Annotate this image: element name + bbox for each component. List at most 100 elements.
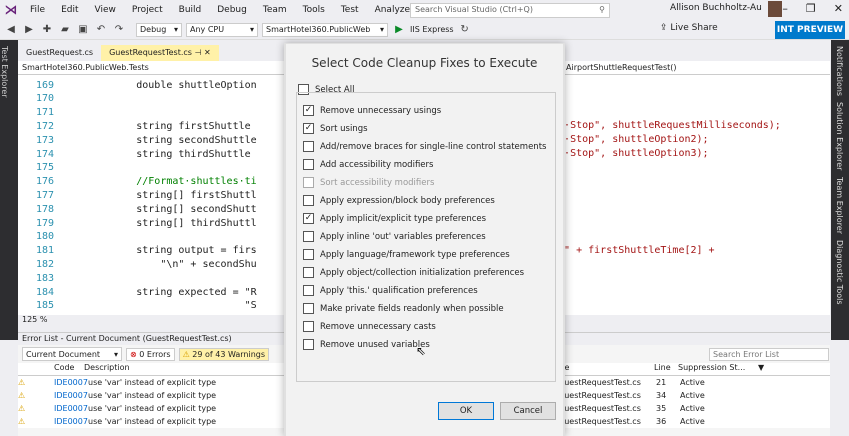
- checkbox-box[interactable]: [303, 249, 314, 260]
- project-nav[interactable]: SmartHotel360.PublicWeb.Tests: [18, 63, 284, 72]
- pin-icon[interactable]: ⊣: [195, 48, 202, 57]
- tab-guestrequest[interactable]: GuestRequest.cs: [18, 45, 102, 61]
- run-target-button[interactable]: IIS Express: [410, 25, 454, 34]
- option-label: Apply language/framework type preference…: [320, 249, 510, 260]
- project-combo[interactable]: SmartHotel360.PublicWeb ▾: [262, 22, 388, 37]
- save-icon[interactable]: ▣: [76, 24, 90, 35]
- close-tab-icon[interactable]: ✕: [204, 48, 211, 57]
- checkbox-box[interactable]: [303, 231, 314, 242]
- checkbox-box[interactable]: [303, 177, 314, 188]
- right-sidebar: Notifications Solution Explorer Team Explo…: [831, 40, 849, 340]
- line-number: 179: [35, 217, 54, 229]
- menu-item-project[interactable]: Project: [124, 0, 171, 20]
- cleanup-option-2[interactable]: ✓ Sort usings: [303, 123, 368, 134]
- open-icon[interactable]: ▰: [58, 24, 72, 35]
- platform-combo[interactable]: Any CPU ▾: [186, 22, 258, 37]
- cleanup-option-6[interactable]: Apply expression/block body preferences: [303, 195, 495, 206]
- window-controls: – ❐ ✕: [782, 2, 843, 15]
- filter-icon[interactable]: ▼: [758, 363, 764, 375]
- cleanup-option-12[interactable]: Make private fields readonly when possib…: [303, 303, 504, 314]
- undo-icon[interactable]: ↶: [94, 24, 108, 35]
- cleanup-option-7[interactable]: ✓ Apply implicit/explicit type preference…: [303, 213, 486, 224]
- cancel-button[interactable]: Cancel: [500, 402, 556, 420]
- tab-guestrequesttest[interactable]: GuestRequestTest.cs ⊣ ✕: [101, 45, 219, 61]
- ok-button[interactable]: OK: [438, 402, 494, 420]
- warning-icon: ⚠: [182, 349, 190, 359]
- back-icon[interactable]: ◀: [4, 24, 18, 35]
- menu-item-tools[interactable]: Tools: [295, 0, 333, 20]
- checkbox-box[interactable]: [303, 285, 314, 296]
- cleanup-option-5[interactable]: Sort accessibility modifiers: [303, 177, 434, 188]
- cleanup-option-8[interactable]: Apply inline 'out' variables preferences: [303, 231, 486, 242]
- toolbar: ◀ ▶ ✚ ▰ ▣ ↶ ↷ Debug ▾ Any CPU ▾ SmartHotel…: [0, 20, 849, 40]
- line-number: 170: [35, 93, 54, 105]
- checkbox-box[interactable]: [303, 339, 314, 350]
- sidebar-tab-diagnostic-tools[interactable]: Diagnostic Tools: [835, 240, 844, 305]
- close-icon[interactable]: ✕: [834, 2, 843, 15]
- int-preview-badge[interactable]: INT PREVIEW: [775, 21, 845, 39]
- cleanup-option-1[interactable]: ✓ Remove unnecessary usings: [303, 105, 441, 116]
- checkbox-box[interactable]: [303, 303, 314, 314]
- row-line: 34: [656, 391, 667, 400]
- checkbox-box[interactable]: [303, 195, 314, 206]
- checkbox-box[interactable]: [303, 159, 314, 170]
- config-combo[interactable]: Debug ▾: [136, 22, 182, 37]
- sidebar-tab-notifications[interactable]: Notifications: [835, 46, 844, 96]
- code-line[interactable]: 185 "S: [18, 298, 257, 314]
- col-suppression[interactable]: Suppression St...: [678, 363, 758, 375]
- warnings-filter-button[interactable]: ⚠ 29 of 43 Warnings: [178, 347, 270, 361]
- checkbox-box[interactable]: [303, 141, 314, 152]
- menu-item-team[interactable]: Team: [255, 0, 295, 20]
- col-line[interactable]: Line: [654, 363, 678, 375]
- test-explorer-tab[interactable]: Test Explorer: [0, 46, 9, 98]
- checkbox-checked-icon[interactable]: ✓: [303, 213, 314, 224]
- new-project-icon[interactable]: ✚: [40, 24, 54, 35]
- row-code: IDE0007: [54, 417, 88, 426]
- tab-label: GuestRequest.cs: [26, 48, 94, 57]
- checkbox-box[interactable]: [303, 267, 314, 278]
- line-number: 171: [35, 107, 54, 119]
- redo-icon[interactable]: ↷: [112, 24, 126, 35]
- row-code: IDE0007: [54, 391, 88, 400]
- col-file[interactable]: File: [556, 363, 654, 375]
- col-code[interactable]: Code: [54, 363, 84, 375]
- sidebar-tab-team-explorer[interactable]: Team Explorer: [835, 177, 844, 234]
- member-nav[interactable]: AirportShuttleRequestTest(): [566, 63, 677, 72]
- checkbox-checked-icon[interactable]: ✓: [303, 105, 314, 116]
- cleanup-option-4[interactable]: Add accessibility modifiers: [303, 159, 433, 170]
- cleanup-option-14[interactable]: Remove unused variables: [303, 339, 430, 350]
- user-name[interactable]: Allison Buchholtz-Au: [670, 3, 762, 13]
- live-share-button[interactable]: ⇪ Live Share: [660, 23, 718, 33]
- menu-item-edit[interactable]: Edit: [53, 0, 86, 20]
- chevron-down-icon: ▾: [173, 25, 178, 34]
- checkbox-checked-icon[interactable]: ✓: [303, 123, 314, 134]
- minimize-icon[interactable]: –: [782, 2, 788, 15]
- cleanup-option-9[interactable]: Apply language/framework type preference…: [303, 249, 510, 260]
- line-number: 183: [35, 272, 54, 284]
- left-sidebar: Test Explorer: [0, 40, 18, 340]
- cleanup-option-11[interactable]: Apply 'this.' qualification preferences: [303, 285, 478, 296]
- scope-combo[interactable]: Current Document ▾: [22, 347, 122, 361]
- sidebar-tab-solution-explorer[interactable]: Solution Explorer: [835, 102, 844, 170]
- menu-item-view[interactable]: View: [87, 0, 124, 20]
- play-icon[interactable]: ▶: [392, 24, 406, 35]
- cleanup-option-10[interactable]: Apply object/collection initialization p…: [303, 267, 524, 278]
- menu-item-build[interactable]: Build: [171, 0, 210, 20]
- errors-count: 0 Errors: [139, 349, 171, 359]
- avatar[interactable]: [768, 1, 782, 17]
- menu-item-debug[interactable]: Debug: [209, 0, 255, 20]
- checkbox-box[interactable]: [303, 321, 314, 332]
- cleanup-option-13[interactable]: Remove unnecessary casts: [303, 321, 436, 332]
- row-state: Active: [680, 404, 705, 413]
- restore-icon[interactable]: ❐: [806, 2, 816, 15]
- cleanup-option-3[interactable]: Add/remove braces for single-line contro…: [303, 141, 546, 152]
- search-placeholder: Search Visual Studio (Ctrl+Q): [415, 5, 533, 14]
- errors-filter-button[interactable]: ⊗ 0 Errors: [126, 347, 175, 361]
- forward-icon[interactable]: ▶: [22, 24, 36, 35]
- error-search-input[interactable]: Search Error List: [709, 347, 830, 361]
- menu-item-file[interactable]: File: [22, 0, 53, 20]
- option-label: Apply expression/block body preferences: [320, 195, 495, 206]
- search-input[interactable]: Search Visual Studio (Ctrl+Q) ⚲: [410, 3, 610, 18]
- menu-item-test[interactable]: Test: [333, 0, 367, 20]
- refresh-icon[interactable]: ↻: [458, 24, 472, 35]
